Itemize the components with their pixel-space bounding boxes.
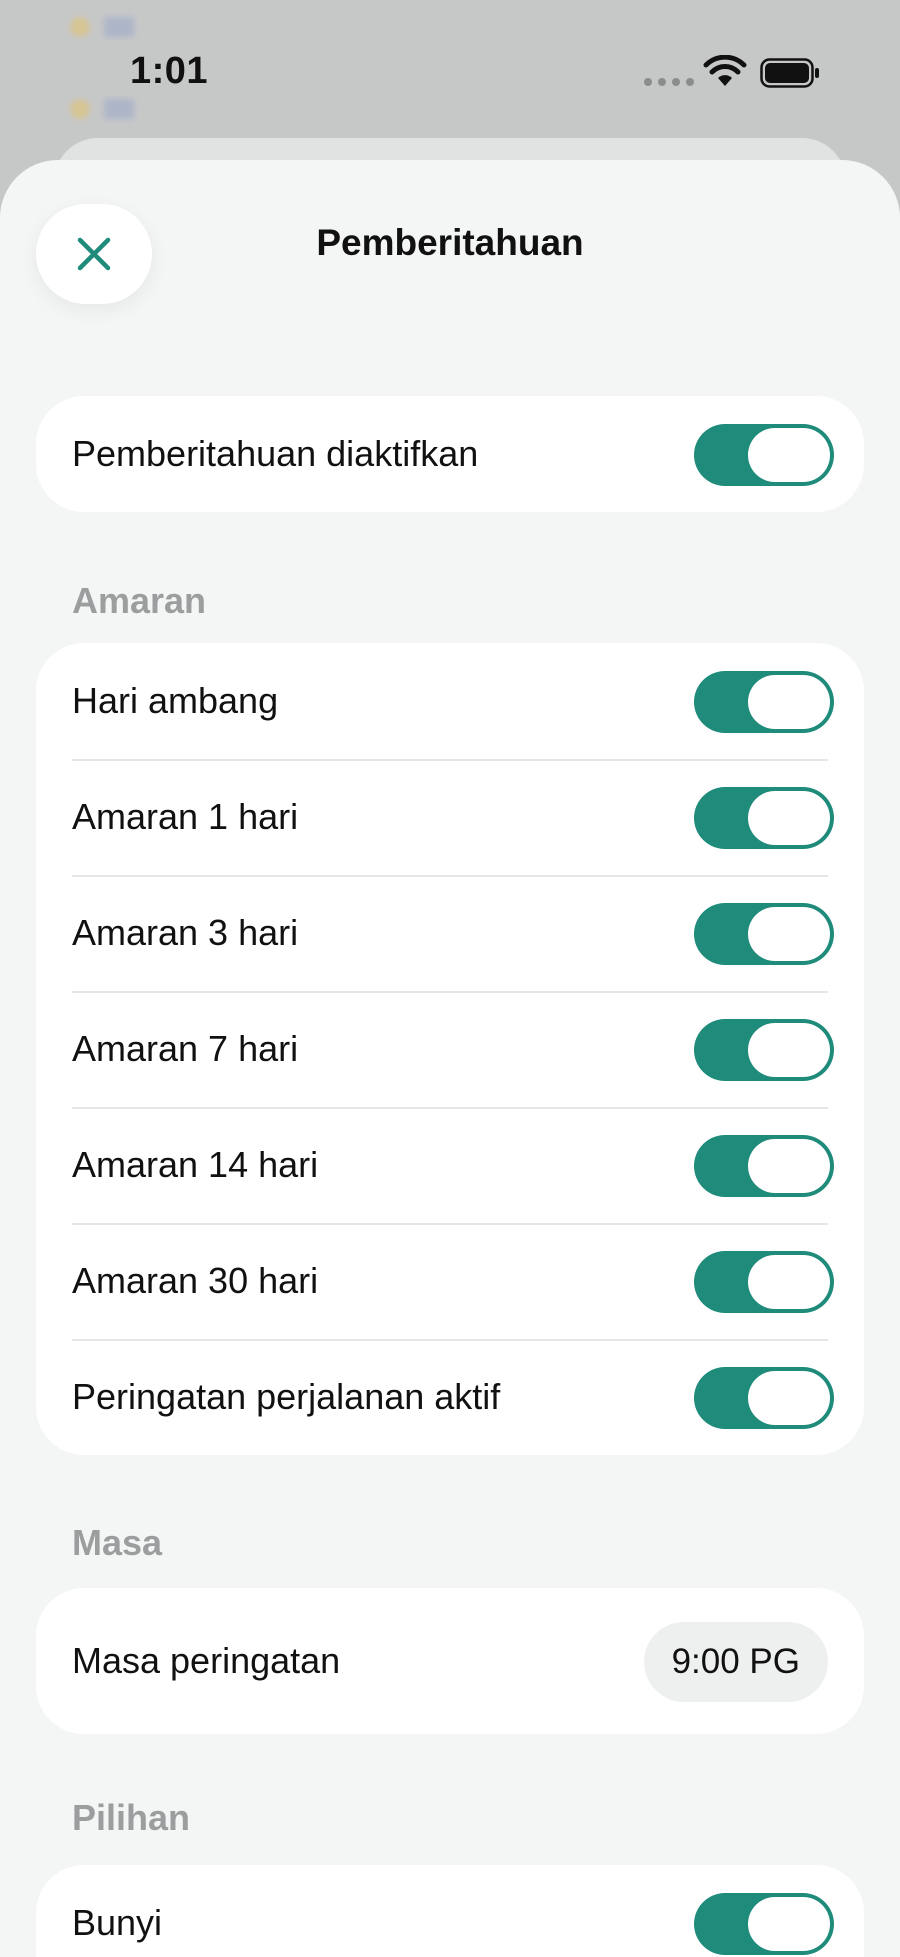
row-label: Amaran 30 hari	[72, 1260, 319, 1301]
cellular-signal-icon	[644, 78, 694, 86]
notifications-enabled-toggle[interactable]	[694, 424, 834, 486]
list-item: Amaran 3 hari	[36, 875, 864, 991]
alert-time-picker[interactable]: 9:00 PG	[643, 1622, 828, 1702]
battery-icon	[760, 58, 819, 88]
list-item: Amaran 1 hari	[36, 759, 864, 875]
row-label: Masa peringatan	[72, 1640, 341, 1681]
row-label: Amaran 3 hari	[72, 912, 299, 953]
alert-30-day-toggle[interactable]	[694, 1251, 834, 1313]
notification-settings-sheet: Pemberitahuan Pemberitahuan diaktifkan A…	[0, 160, 900, 1957]
list-item: Amaran 7 hari	[36, 991, 864, 1107]
list-item: Amaran 14 hari	[36, 1107, 864, 1223]
row-label: Pemberitahuan diaktifkan	[72, 433, 479, 474]
alert-3-day-toggle[interactable]	[694, 903, 834, 965]
options-card: Bunyi	[36, 1865, 864, 1957]
screen: 1:01 Pemberitahuan Pemberitahuan diaktif…	[0, 0, 900, 1957]
time-card: Masa peringatan 9:00 PG	[36, 1588, 864, 1734]
row-label: Amaran 14 hari	[72, 1144, 319, 1185]
main-toggle-card: Pemberitahuan diaktifkan	[36, 396, 864, 512]
row-label: Peringatan perjalanan aktif	[72, 1376, 501, 1417]
status-bar: 1:01	[0, 0, 900, 140]
alert-7-day-toggle[interactable]	[694, 1019, 834, 1081]
active-trip-alert-toggle[interactable]	[694, 1367, 834, 1429]
threshold-day-toggle[interactable]	[694, 671, 834, 733]
list-item: Pemberitahuan diaktifkan	[36, 396, 864, 512]
alert-1-day-toggle[interactable]	[694, 787, 834, 849]
row-label: Bunyi	[72, 1902, 163, 1943]
wifi-icon	[703, 55, 747, 86]
section-header-pilihan: Pilihan	[72, 1797, 191, 1838]
list-item: Amaran 30 hari	[36, 1223, 864, 1339]
sound-toggle[interactable]	[694, 1893, 834, 1955]
list-item: Hari ambang	[36, 643, 864, 759]
list-item: Peringatan perjalanan aktif	[36, 1339, 864, 1455]
alerts-card: Hari ambang Amaran 1 hari Amaran 3 hari …	[36, 643, 864, 1455]
status-time: 1:01	[130, 50, 209, 92]
row-label: Amaran 7 hari	[72, 1028, 299, 1069]
row-label: Amaran 1 hari	[72, 796, 299, 837]
section-header-masa: Masa	[72, 1522, 163, 1563]
list-item: Bunyi	[36, 1865, 864, 1957]
row-label: Hari ambang	[72, 680, 279, 721]
alert-14-day-toggle[interactable]	[694, 1135, 834, 1197]
section-header-amaran: Amaran	[72, 580, 207, 621]
sheet-title: Pemberitahuan	[316, 222, 584, 263]
